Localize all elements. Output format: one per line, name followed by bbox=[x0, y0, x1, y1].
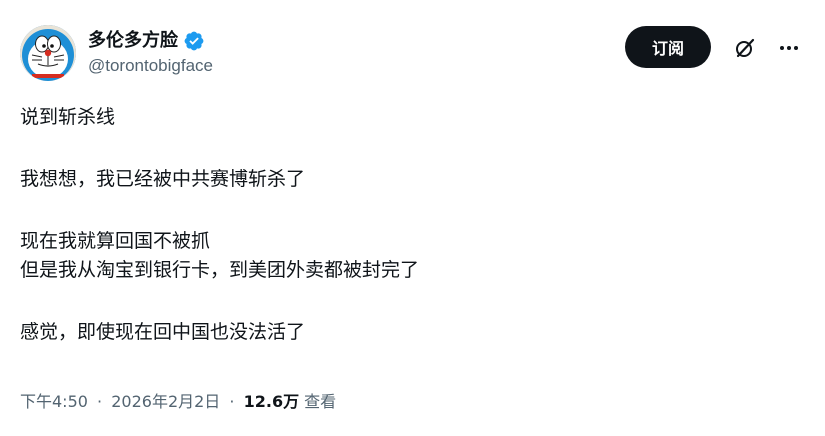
more-options-icon[interactable] bbox=[777, 36, 801, 60]
paragraph: 说到斩杀线 bbox=[20, 103, 800, 132]
views-count[interactable]: 12.6万 bbox=[244, 392, 299, 411]
paragraph: 感觉，即使现在回中国也没法活了 bbox=[20, 318, 800, 347]
paragraph: 我想想，我已经被中共赛博斩杀了 bbox=[20, 165, 800, 194]
avatar[interactable] bbox=[20, 25, 76, 81]
author-info: 多伦多方脸 @torontobigface bbox=[88, 28, 213, 77]
separator: · bbox=[97, 392, 103, 411]
tweet-metadata: 下午4:50 · 2026年2月2日 · 12.6万 查看 bbox=[20, 390, 336, 414]
user-handle[interactable]: @torontobigface bbox=[88, 55, 213, 77]
text-line: 我想想，我已经被中共赛博斩杀了 bbox=[20, 168, 306, 190]
text-line: 说到斩杀线 bbox=[20, 106, 116, 128]
tweet-header: 多伦多方脸 @torontobigface 订阅 bbox=[20, 24, 805, 82]
tweet: 多伦多方脸 @torontobigface 订阅 说到斩杀线 我想想，我已经被中… bbox=[0, 0, 825, 436]
display-name-row: 多伦多方脸 bbox=[88, 28, 213, 54]
display-name[interactable]: 多伦多方脸 bbox=[88, 29, 178, 53]
post-date[interactable]: 2026年2月2日 bbox=[111, 392, 220, 411]
paragraph: 现在我就算回国不被抓 但是我从淘宝到银行卡，到美团外卖都被封完了 bbox=[20, 227, 800, 285]
verified-badge-icon[interactable] bbox=[183, 30, 205, 52]
tweet-text: 说到斩杀线 我想想，我已经被中共赛博斩杀了 现在我就算回国不被抓 但是我从淘宝到… bbox=[20, 103, 800, 347]
text-line: 但是我从淘宝到银行卡，到美团外卖都被封完了 bbox=[20, 259, 420, 281]
subscribe-button[interactable]: 订阅 bbox=[625, 26, 711, 68]
text-line: 现在我就算回国不被抓 bbox=[20, 230, 211, 252]
text-line: 感觉，即使现在回中国也没法活了 bbox=[20, 321, 306, 343]
post-time[interactable]: 下午4:50 bbox=[20, 392, 88, 411]
grok-icon[interactable] bbox=[733, 36, 757, 60]
doraemon-avatar-icon bbox=[20, 25, 76, 81]
separator: · bbox=[229, 392, 235, 411]
views-label: 查看 bbox=[304, 392, 337, 411]
